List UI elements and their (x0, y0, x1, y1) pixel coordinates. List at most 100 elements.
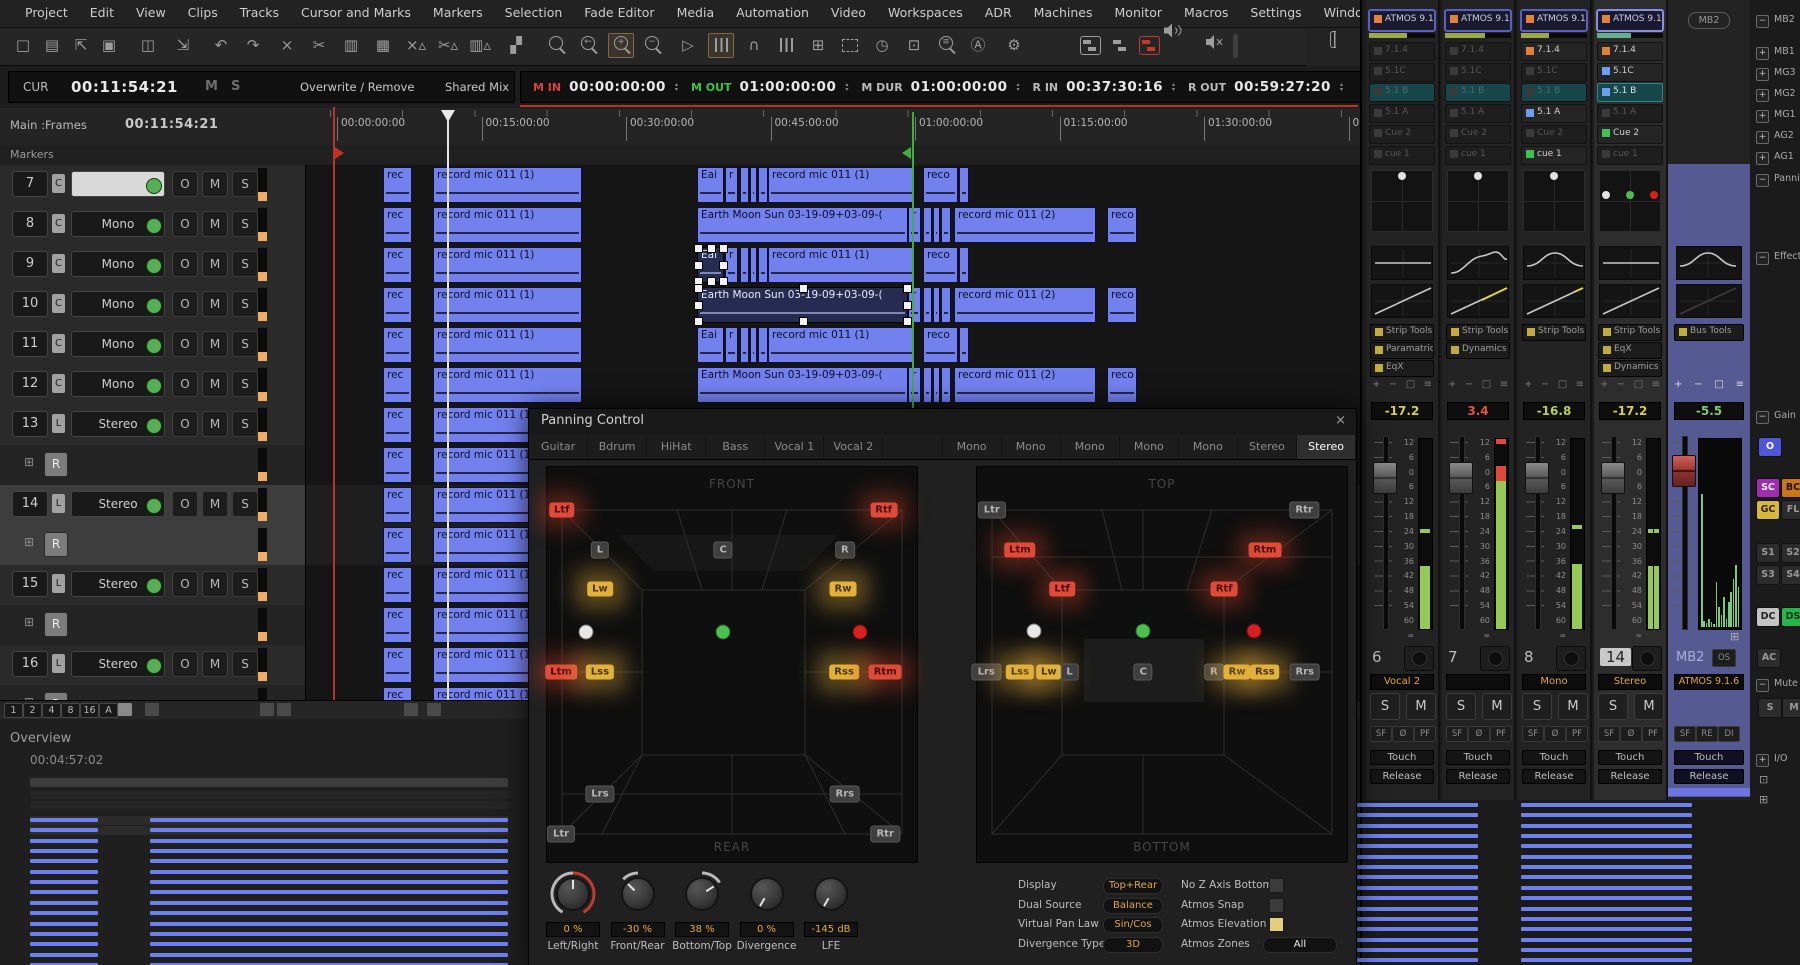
track-solo-button[interactable]: S (232, 571, 258, 597)
plugin-paramatric-eq[interactable]: Paramatric Eq (1370, 342, 1434, 359)
clip[interactable] (758, 327, 768, 363)
overview-clip-stripe[interactable] (30, 953, 98, 957)
bus-assign-7-1-4[interactable]: 7.1.4 (1369, 42, 1435, 61)
expand-icon[interactable]: + (1756, 89, 1769, 102)
timeline-ruler[interactable]: Main :Frames 00:11:54:21 00:00:00:0000:1… (0, 108, 1360, 146)
rail-button-gc[interactable]: GC (1756, 500, 1780, 520)
overview-clip-stripe[interactable] (30, 932, 98, 936)
transport-s-button[interactable]: S (231, 72, 240, 102)
pan-dot-center[interactable] (1626, 191, 1634, 199)
strip-mute-button[interactable]: M (1558, 693, 1588, 720)
knob-value[interactable]: -30 % (611, 922, 665, 937)
clip[interactable]: r (908, 207, 921, 243)
master-di-button[interactable]: DI (1718, 726, 1740, 742)
pan-tab-vocal-1-4[interactable]: Vocal 1 (765, 435, 824, 459)
expand-icon[interactable]: ⊞ (24, 535, 34, 549)
clip[interactable]: rec (383, 487, 412, 523)
clip-selection-handle[interactable] (719, 261, 728, 270)
markers-row[interactable]: Markers (0, 145, 1360, 166)
strip-solo-button[interactable]: S (1598, 693, 1628, 720)
automation-release-button[interactable]: Release (1674, 769, 1744, 784)
clip[interactable]: record mic 011 (1) (433, 327, 582, 363)
plugin-dynamics[interactable]: Dynamics (1446, 342, 1510, 359)
strip-solo-button[interactable]: S (1522, 693, 1552, 720)
speaker-rtm[interactable]: Rtm (1248, 542, 1281, 557)
plugin-dynamics[interactable]: Dynamics (1598, 360, 1662, 377)
overview-clip-stripe[interactable] (150, 911, 508, 915)
bus-assign-7-1-4[interactable]: 7.1.4 (1521, 42, 1587, 61)
track-mute-button[interactable]: M (202, 211, 228, 237)
strip-dynamics-display[interactable] (1371, 284, 1433, 318)
track-mute-button[interactable]: M (202, 371, 228, 397)
field-timecode[interactable]: 01:00:00:00 (740, 79, 837, 95)
strip-sf-button[interactable]: SF (1446, 726, 1468, 742)
bus-assign-5-1-b[interactable]: 5.1 B (1521, 83, 1587, 102)
rail-icon[interactable]: ⊡ (1759, 773, 1768, 786)
track-number[interactable]: 16 (12, 651, 48, 677)
strip-blank-button[interactable]: Ø (1544, 726, 1566, 742)
overview-clip-stripe[interactable] (150, 828, 508, 832)
track-solo-button[interactable]: S (232, 491, 258, 517)
speaker-rtf[interactable]: Rtf (870, 503, 897, 518)
zoom-bar-handle[interactable] (260, 703, 274, 716)
track-auto-button[interactable]: O (172, 251, 198, 277)
clip[interactable]: rec (383, 327, 412, 363)
speaker-lrs[interactable]: Lrs (585, 786, 614, 803)
rail-button-m[interactable]: M (1782, 698, 1800, 718)
clip[interactable]: record mic 011 (2) (954, 207, 1096, 243)
option-value[interactable]: Sin/Cos (1103, 917, 1163, 933)
master-gain-value[interactable]: -5.5 (1674, 402, 1744, 420)
menu-item-selection[interactable]: Selection (494, 0, 574, 27)
clip-selection-handle[interactable] (694, 244, 703, 253)
close-icon[interactable]: × (1335, 413, 1346, 428)
plugin-tool-menu-icon[interactable]: ≡ (1500, 378, 1508, 391)
collapse-icon[interactable]: − (1756, 174, 1769, 187)
zoom-tool-icon[interactable] (544, 34, 568, 57)
cut-scissors-icon[interactable]: ✂ (307, 34, 331, 57)
bus-assign-7-1-4[interactable]: 7.1.4 (1597, 42, 1663, 61)
strip-name[interactable]: Vocal 2 (1370, 674, 1434, 690)
strip-pf-button[interactable]: PF (1566, 726, 1588, 742)
overview-clip-stripe[interactable] (150, 932, 508, 936)
bus-assign-cue-2[interactable]: Cue 2 (1521, 125, 1587, 144)
knob-value[interactable]: 38 % (675, 922, 729, 937)
clip[interactable]: rec (383, 527, 412, 563)
clip[interactable]: r (725, 327, 738, 363)
automation-touch-button[interactable]: Touch (1522, 750, 1586, 765)
clip[interactable] (750, 167, 757, 203)
pan-tab-bass-3[interactable]: Bass (706, 435, 765, 459)
track-number[interactable]: 13 (12, 411, 48, 437)
track-number[interactable]: 11 (12, 331, 48, 357)
overview-clip-stripe[interactable] (30, 818, 98, 822)
strip-output-bus[interactable]: ATMOS 9.1.6 (1596, 9, 1664, 32)
clip-selection-handle[interactable] (903, 284, 912, 293)
time-clock-icon[interactable]: ◷ (870, 34, 894, 57)
clip[interactable] (959, 247, 969, 283)
clip[interactable]: record mic 011 (1) (768, 167, 915, 203)
strip-sf-button[interactable]: SF (1370, 726, 1392, 742)
master-name[interactable]: ATMOS 9.1.6 (1674, 674, 1744, 690)
pan-tab-hihat-2[interactable]: HiHat (647, 435, 706, 459)
clip[interactable]: rec (383, 167, 412, 203)
fader-handle[interactable] (1525, 462, 1549, 494)
clip[interactable] (933, 287, 940, 323)
track-solo-button[interactable]: S (232, 651, 258, 677)
master-dynamics-display[interactable] (1676, 284, 1742, 318)
plugin-strip-tools[interactable]: Strip Tools (1522, 324, 1586, 341)
overview-clip-stripe[interactable] (30, 849, 98, 853)
plugin-strip-tools[interactable]: Strip Tools (1446, 324, 1510, 341)
automation-release-button[interactable]: Release (1370, 769, 1434, 784)
overview-clip-stripe[interactable] (30, 911, 98, 915)
clip-selection-handle[interactable] (719, 244, 728, 253)
clips-list-icon[interactable] (1108, 34, 1132, 57)
cut-head-icon[interactable]: ×▵ (404, 34, 428, 57)
rail-button-s3[interactable]: S3 (1756, 565, 1780, 585)
record-ready-indicator[interactable] (146, 658, 162, 674)
strip-pf-button[interactable]: PF (1642, 726, 1664, 742)
clip[interactable]: reco (923, 167, 958, 203)
knob-dial[interactable] (801, 869, 861, 922)
overview-clip-stripe[interactable] (30, 870, 98, 874)
option-value[interactable]: Top+Rear (1103, 878, 1163, 894)
mark-out-flag[interactable] (902, 147, 911, 159)
track-record-button[interactable]: R (44, 692, 68, 700)
